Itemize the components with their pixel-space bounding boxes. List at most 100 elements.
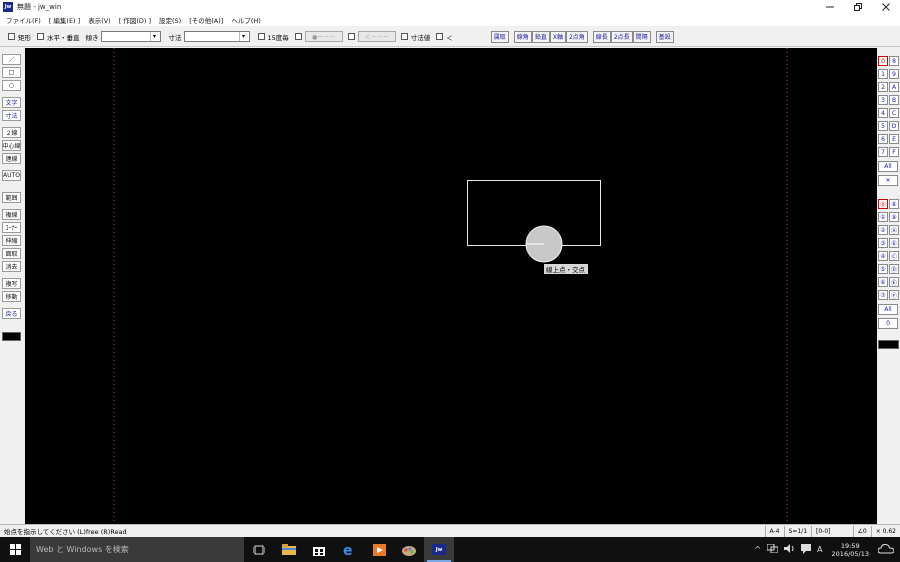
layer-button[interactable]: ⑨ <box>889 212 899 222</box>
two-point-angle-button[interactable]: 2点角 <box>565 30 588 43</box>
tool-erase[interactable]: 消去 <box>2 261 21 272</box>
layer-button[interactable]: Ⓐ <box>889 225 899 235</box>
chevron-down-icon[interactable]: ▾ <box>238 32 248 41</box>
layer-all-button[interactable]: All <box>878 304 898 315</box>
tool-line[interactable]: ／ <box>2 54 21 65</box>
layer-button[interactable]: ② <box>878 225 888 235</box>
menu-draw[interactable]: [ 作図(D) ] <box>115 15 155 25</box>
edge-button[interactable]: e <box>334 537 364 562</box>
tool-auto[interactable]: AUTO <box>2 170 21 181</box>
line-length-button[interactable]: 線長 <box>592 30 611 43</box>
layer-status[interactable]: [0-0] <box>811 526 834 537</box>
tool-dim[interactable]: 寸法 <box>2 110 21 121</box>
line-type-checkbox[interactable] <box>294 33 302 40</box>
deg15-checkbox-box[interactable] <box>257 33 265 40</box>
tool-circle[interactable]: ○ <box>2 80 21 91</box>
menu-help[interactable]: ヘルプ(H) <box>227 15 264 25</box>
rect-checkbox[interactable]: 矩形 <box>8 32 31 42</box>
tool-rect[interactable]: □ <box>2 67 21 78</box>
dim-combo[interactable]: ▾ <box>183 31 250 42</box>
layer-button[interactable]: ④ <box>878 251 888 261</box>
minimize-button[interactable] <box>816 0 844 14</box>
layer-button[interactable]: D <box>889 121 899 131</box>
vertical-button[interactable]: 鉛直 <box>531 30 550 43</box>
task-view-button[interactable] <box>244 537 274 562</box>
tool-double-line[interactable]: ２線 <box>2 127 21 138</box>
start-button[interactable] <box>0 537 30 562</box>
chevron-down-icon[interactable]: ▾ <box>149 32 159 41</box>
layer-button[interactable]: 7 <box>878 147 888 157</box>
media-button[interactable] <box>364 537 394 562</box>
layer-button[interactable]: 9 <box>889 69 899 79</box>
layer-button[interactable]: Ⓕ <box>889 290 899 300</box>
jw-win-taskbar-button[interactable]: Jw <box>424 537 454 562</box>
hv-checkbox-box[interactable] <box>37 33 44 40</box>
layer-button[interactable]: 8 <box>889 56 899 66</box>
layer-button[interactable]: ⑦ <box>878 290 888 300</box>
tool-chamfer[interactable]: 面取 <box>2 248 21 259</box>
menu-file[interactable]: ファイル(F) <box>2 15 45 25</box>
layer-button[interactable]: C <box>889 108 899 118</box>
layer-button[interactable]: A <box>889 82 899 92</box>
arrow-button[interactable]: ＜－－－ <box>357 31 396 42</box>
line-attribute-indicator[interactable] <box>2 332 21 341</box>
store-button[interactable] <box>304 537 334 562</box>
cloud-icon[interactable] <box>875 543 900 556</box>
tool-move[interactable]: 移動 <box>2 291 21 302</box>
tool-corner[interactable]: ｺｰﾅｰ <box>2 222 21 233</box>
tool-continuous-line[interactable]: 連線 <box>2 153 21 164</box>
volume-icon[interactable] <box>781 544 798 555</box>
lt-checkbox-box[interactable] <box>436 33 444 40</box>
ime-indicator[interactable]: A <box>814 545 825 554</box>
menu-edit[interactable]: [ 編集(E) ] <box>45 15 84 25</box>
tool-copy[interactable]: 複写 <box>2 278 21 289</box>
layer-indicator[interactable] <box>878 340 899 349</box>
layer-button[interactable]: ⑤ <box>878 264 888 274</box>
layer-button[interactable]: Ⓑ <box>889 238 899 248</box>
layer-button[interactable]: ③ <box>878 238 888 248</box>
slope-combo[interactable]: ▾ <box>100 31 161 42</box>
layer-button[interactable]: B <box>889 95 899 105</box>
explorer-button[interactable] <box>274 537 304 562</box>
layer-zero-button[interactable]: 0 <box>878 318 898 329</box>
layer-button[interactable]: 4 <box>878 108 888 118</box>
tool-stretch[interactable]: 伸縮 <box>2 235 21 246</box>
tool-center-line[interactable]: 中心線 <box>2 140 21 151</box>
two-point-length-button[interactable]: 2点長 <box>610 30 633 43</box>
angle[interactable]: ∠0 <box>852 526 871 537</box>
layer-group-all-button[interactable]: All <box>878 161 898 172</box>
drawing-canvas[interactable]: 線上点・交点 <box>25 48 877 524</box>
arrow-checkbox[interactable] <box>347 33 355 40</box>
x-axis-button[interactable]: X軸 <box>549 30 566 43</box>
rect-checkbox-box[interactable] <box>8 33 15 40</box>
layer-button[interactable]: ① <box>878 212 888 222</box>
notification-icon[interactable] <box>798 543 814 556</box>
layer-button[interactable]: Ⓒ <box>889 251 899 261</box>
layer-button[interactable]: 6 <box>878 134 888 144</box>
layer-button[interactable]: ⓪ <box>878 199 888 209</box>
tool-undo[interactable]: 戻る <box>2 308 21 319</box>
tool-text[interactable]: 文字 <box>2 97 21 108</box>
zoom[interactable]: × 0.62 <box>870 526 900 537</box>
tool-multi-line[interactable]: 複線 <box>2 209 21 220</box>
layer-button[interactable]: 1 <box>878 69 888 79</box>
layer-button[interactable]: Ⓓ <box>889 264 899 274</box>
base-setting-button[interactable]: 基設 <box>655 30 674 43</box>
rotate-button[interactable]: 属取 <box>490 30 509 43</box>
scale[interactable]: S=1/1 <box>783 526 812 537</box>
deg15-checkbox[interactable]: 15度毎 <box>257 32 289 42</box>
layer-button[interactable]: ⑥ <box>878 277 888 287</box>
line-angle-button[interactable]: 線角 <box>513 30 532 43</box>
layer-button[interactable]: ⑧ <box>889 199 899 209</box>
network-icon[interactable] <box>764 543 781 555</box>
chevron-up-icon[interactable]: ^ <box>751 545 764 554</box>
lt-checkbox[interactable]: ＜ <box>436 32 453 42</box>
dim-value-checkbox[interactable]: 寸法値 <box>400 32 430 42</box>
layer-group-clear-button[interactable]: ✕ <box>878 175 898 186</box>
layer-button[interactable]: F <box>889 147 899 157</box>
interval-button[interactable]: 間隔 <box>632 30 651 43</box>
line-type-button[interactable]: ●－－－ <box>304 31 343 42</box>
menu-settings[interactable]: 設定(S) <box>155 15 185 25</box>
taskbar-search[interactable]: Web と Windows を検索 <box>30 537 244 562</box>
paper-size[interactable]: A-4 <box>764 526 784 537</box>
